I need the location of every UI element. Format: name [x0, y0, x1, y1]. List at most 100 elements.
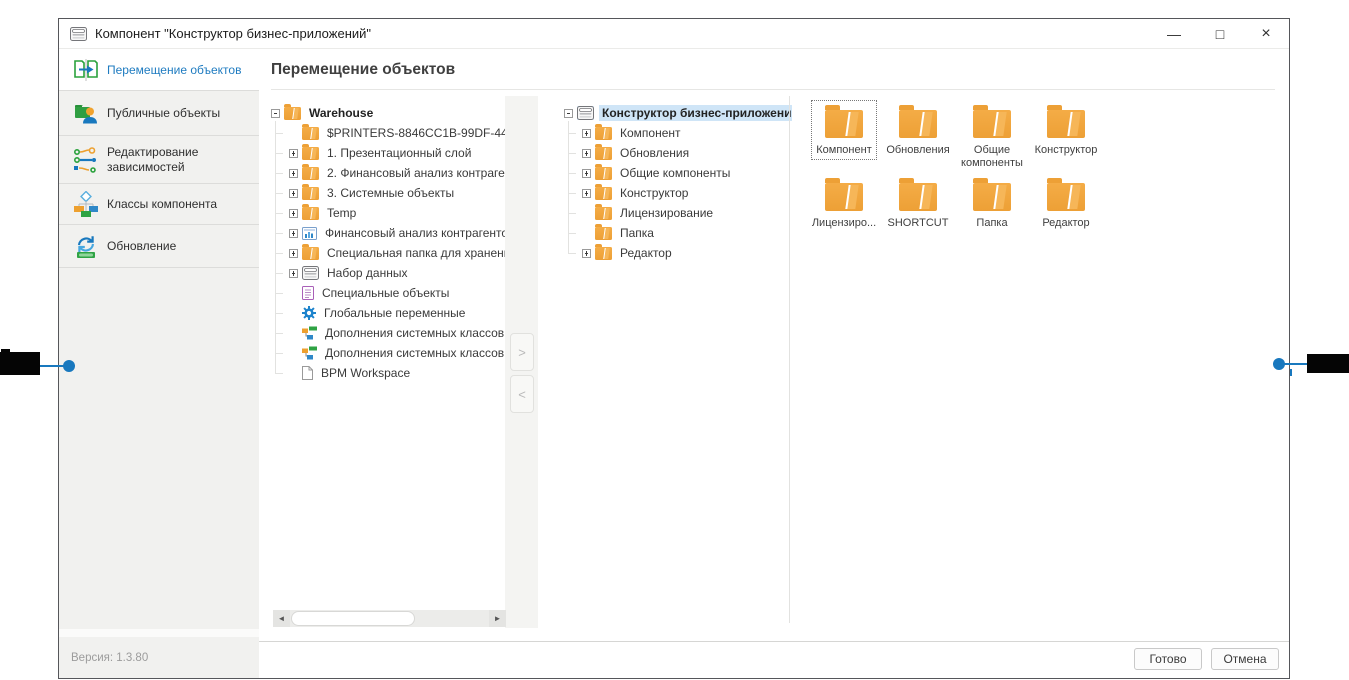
scrollbar-track[interactable]	[290, 610, 489, 627]
tree-node-label: Warehouse	[306, 105, 376, 121]
callout-line-right	[1283, 363, 1308, 365]
header-divider	[271, 89, 1275, 90]
sidebar: Перемещение объектов Публичные объекты Р…	[59, 49, 259, 678]
version-label: Версия: 1.3.80	[71, 652, 148, 664]
tree-node-label: BPM Workspace	[318, 365, 413, 381]
tree-node[interactable]: Финансовый анализ контрагентов	[271, 223, 507, 243]
expand-icon[interactable]	[289, 169, 298, 178]
tree-node-label: Специальная папка для хранения ко	[324, 245, 507, 261]
maximize-icon[interactable]: □	[1197, 19, 1243, 48]
folder-item[interactable]: Папка	[955, 173, 1029, 246]
sidebar-item-update[interactable]: Обновление	[59, 225, 259, 268]
folder-icon	[595, 187, 612, 200]
window-title: Компонент "Конструктор бизнес-приложений…	[95, 26, 371, 41]
expand-icon[interactable]	[289, 209, 298, 218]
folder-icon	[302, 147, 319, 160]
tree-node[interactable]: Конструктор	[564, 183, 792, 203]
folder-item[interactable]: Обновления	[881, 100, 955, 173]
folder-item-label: SHORTCUT	[888, 217, 949, 230]
tree-node-label: Папка	[617, 225, 657, 241]
source-tree: Warehouse $PRINTERS-8846CC1B-99DF-446F-A…	[271, 103, 507, 405]
tree-node[interactable]: BPM Workspace	[271, 363, 507, 383]
scroll-right-button[interactable]: ►	[489, 610, 506, 627]
expand-icon[interactable]	[289, 149, 298, 158]
expand-icon[interactable]	[582, 129, 591, 138]
tree-node[interactable]: Глобальные переменные	[271, 303, 507, 323]
tree-node[interactable]: 3. Системные объекты	[271, 183, 507, 203]
folder-icon	[595, 227, 612, 240]
horizontal-scrollbar[interactable]: ◄ ►	[273, 610, 506, 627]
screenshot-stage: Компонент "Конструктор бизнес-приложений…	[0, 0, 1349, 680]
folder-icon-panel: Компонент Обновления Общие компоненты	[807, 100, 1103, 246]
tree-node[interactable]: Редактор	[564, 243, 792, 263]
tree-node[interactable]: Дополнения системных классов	[271, 343, 507, 363]
folder-item[interactable]: Конструктор	[1029, 100, 1103, 173]
update-icon	[71, 233, 101, 259]
redacted-label-right	[1307, 354, 1349, 373]
folder-icon	[302, 127, 319, 140]
collapse-icon[interactable]	[564, 109, 573, 118]
tree-node-label: Конструктор	[617, 185, 691, 201]
tree-node[interactable]: Специальная папка для хранения ко	[271, 243, 507, 263]
tree-node[interactable]: 1. Презентационный слой	[271, 143, 507, 163]
scrollbar-thumb[interactable]	[291, 611, 415, 626]
minimize-icon[interactable]: —	[1151, 19, 1197, 48]
tree-node[interactable]: Специальные объекты	[271, 283, 507, 303]
expand-icon[interactable]	[582, 189, 591, 198]
collapse-icon[interactable]	[271, 109, 280, 118]
sidebar-item-component-classes[interactable]: Классы компонента	[59, 184, 259, 225]
folder-icon	[302, 187, 319, 200]
folder-item[interactable]: Редактор	[1029, 173, 1103, 246]
folder-item[interactable]: Общие компоненты	[955, 100, 1029, 173]
scroll-left-icon: ◄	[278, 614, 286, 623]
tree-node[interactable]: Лицензирование	[564, 203, 792, 223]
folder-item[interactable]: Компонент	[807, 100, 881, 173]
tree-node[interactable]: Конструктор бизнес-приложений	[564, 103, 792, 123]
tree-node[interactable]: Temp	[271, 203, 507, 223]
cancel-button[interactable]: Отмена	[1211, 648, 1279, 670]
panel-divider	[789, 96, 790, 623]
sidebar-footer-gap	[59, 629, 259, 637]
folder-item-label: Лицензиро...	[812, 217, 876, 230]
folder-item[interactable]: Лицензиро...	[807, 173, 881, 246]
done-button[interactable]: Готово	[1134, 648, 1202, 670]
sidebar-item-public-objects[interactable]: Публичные объекты	[59, 91, 259, 136]
expand-icon[interactable]	[289, 269, 298, 278]
folder-icon	[1047, 110, 1085, 138]
tree-node[interactable]: Обновления	[564, 143, 792, 163]
folder-item[interactable]: SHORTCUT	[881, 173, 955, 246]
title-bar[interactable]: Компонент "Конструктор бизнес-приложений…	[59, 19, 1289, 49]
sidebar-item-edit-dependencies[interactable]: Редактирование зависимостей	[59, 136, 259, 184]
sidebar-item-label: Классы компонента	[107, 197, 217, 211]
tree-node[interactable]: 2. Финансовый анализ контрагентов	[271, 163, 507, 183]
sidebar-item-label: Редактирование зависимостей	[107, 145, 259, 175]
tree-node-label: Обновления	[617, 145, 692, 161]
sidebar-item-move-objects[interactable]: Перемещение объектов	[59, 49, 259, 91]
expand-icon[interactable]	[289, 189, 298, 198]
dataset-icon	[302, 266, 319, 280]
tree-node[interactable]: Компонент	[564, 123, 792, 143]
tree-node[interactable]: $PRINTERS-8846CC1B-99DF-446F-AF3	[271, 123, 507, 143]
expand-icon[interactable]	[289, 229, 298, 238]
callout-tick-right	[1290, 369, 1292, 376]
move-left-button[interactable]: <	[510, 375, 534, 413]
tree-node-label: Дополнения системных классов	[322, 345, 507, 361]
expand-icon[interactable]	[582, 169, 591, 178]
transfer-strip: > <	[505, 96, 538, 628]
folder-icon	[825, 110, 863, 138]
folder-icon	[595, 247, 612, 260]
expand-icon[interactable]	[289, 249, 298, 258]
tree-node[interactable]: Набор данных	[271, 263, 507, 283]
tree-node[interactable]: Общие компоненты	[564, 163, 792, 183]
tree-node[interactable]: Дополнения системных классов	[271, 323, 507, 343]
main-panel: Перемещение объектов Warehouse $PRINTERS…	[259, 49, 1289, 678]
tree-node[interactable]: Папка	[564, 223, 792, 243]
folder-icon	[595, 167, 612, 180]
move-right-button[interactable]: >	[510, 333, 534, 371]
tree-node[interactable]: Warehouse	[271, 103, 507, 123]
expand-icon[interactable]	[582, 249, 591, 258]
scroll-left-button[interactable]: ◄	[273, 610, 290, 627]
redacted-label-left	[0, 352, 40, 375]
close-icon[interactable]: ×	[1243, 19, 1289, 48]
expand-icon[interactable]	[582, 149, 591, 158]
